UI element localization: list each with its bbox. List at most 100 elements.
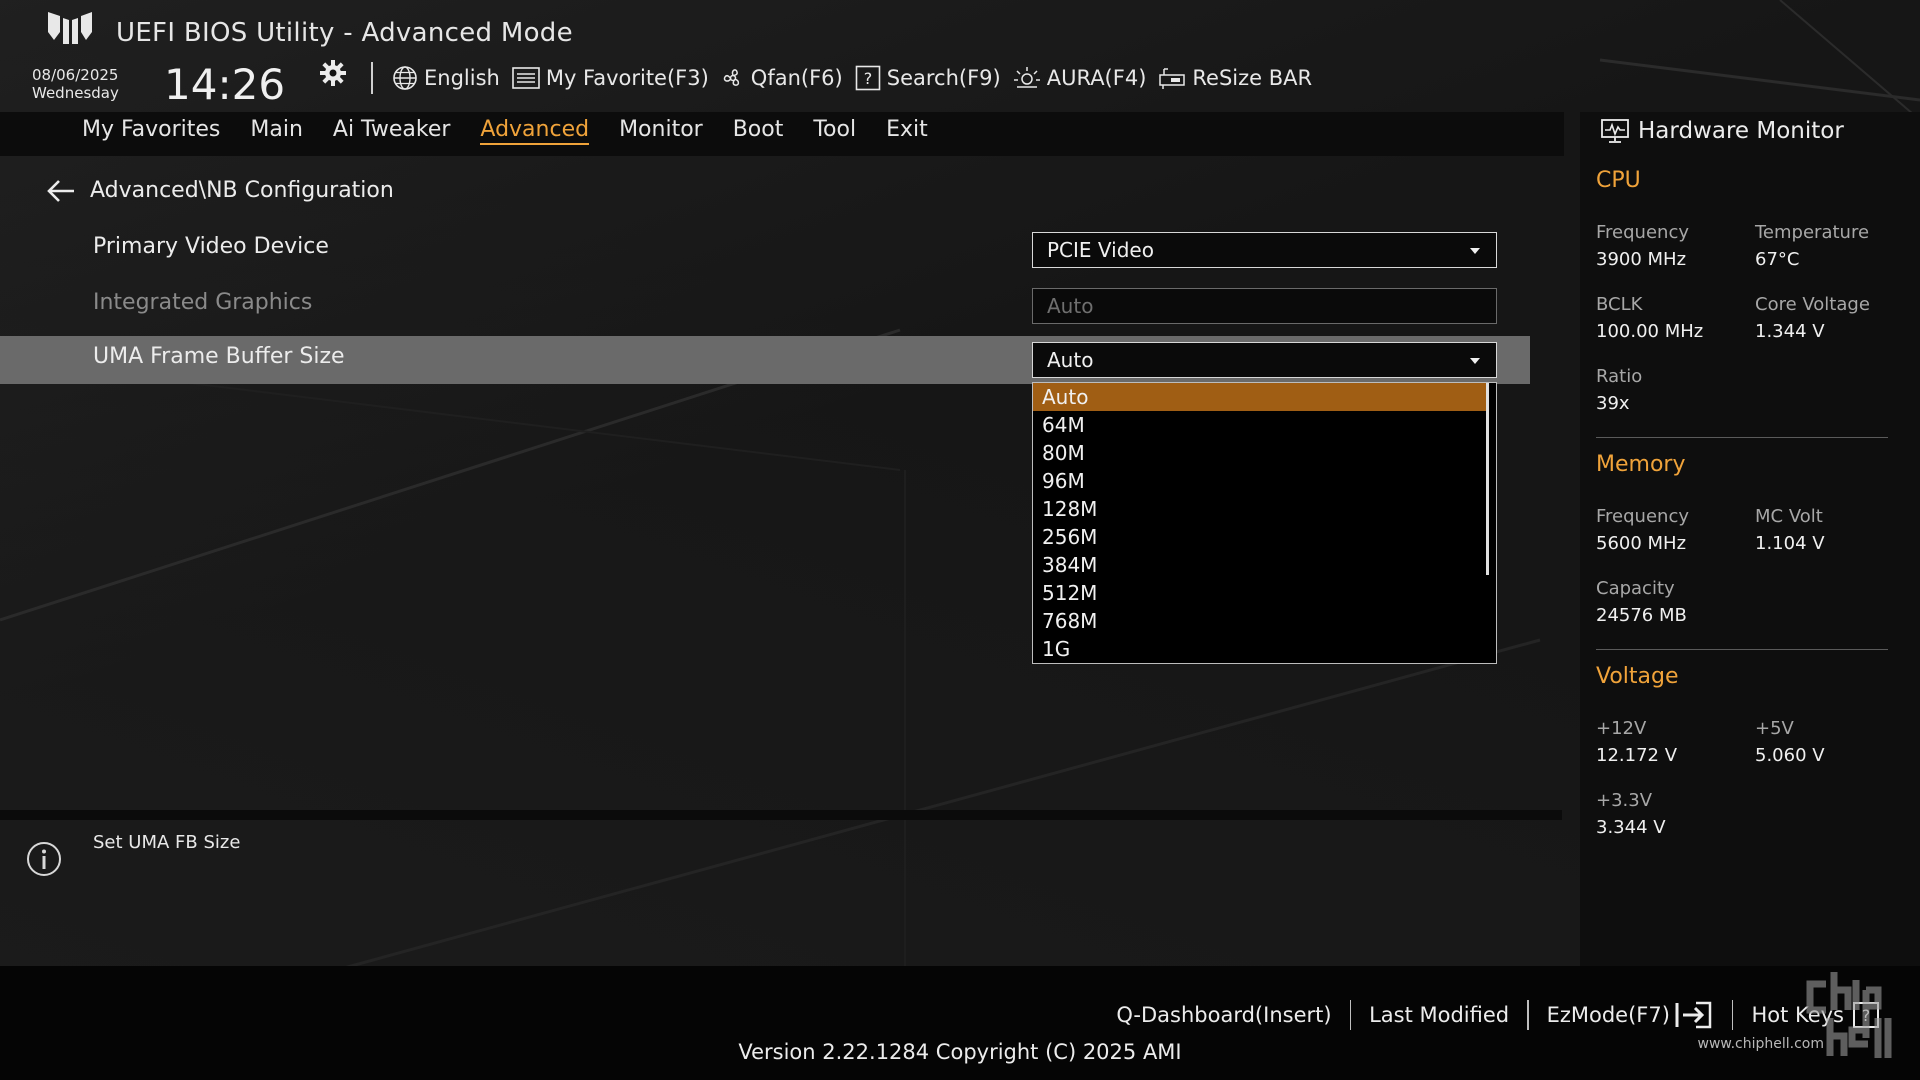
uma-size-dropdown-list[interactable]: Auto 64M 80M 96M 128M 256M 384M 512M 768… (1032, 382, 1497, 664)
section-divider (1596, 649, 1888, 650)
tab-main[interactable]: Main (250, 117, 303, 145)
select-value: Auto (1047, 348, 1094, 372)
help-panel: Set UMA FB Size (0, 822, 1564, 966)
aura-button[interactable]: AURA(F4) (1013, 65, 1147, 91)
setting-row-uma-frame-buffer-size[interactable]: UMA Frame Buffer Size Auto (0, 336, 1530, 384)
tuf-logo-icon (48, 12, 92, 44)
footer: Q-Dashboard(Insert) Last Modified EzMode… (0, 966, 1920, 1080)
my-favorite-label: My Favorite(F3) (545, 66, 709, 90)
core-voltage-value: 1.344 V (1755, 321, 1825, 342)
tab-ai-tweaker[interactable]: Ai Tweaker (333, 117, 451, 145)
hardware-monitor-header: Hardware Monitor (1600, 118, 1844, 144)
svg-text:?: ? (863, 69, 872, 88)
dropdown-option[interactable]: 96M (1033, 467, 1488, 495)
cpu-temperature-label: Temperature (1755, 222, 1870, 243)
resize-bar-label: ReSize BAR (1192, 66, 1313, 90)
tab-monitor[interactable]: Monitor (619, 117, 703, 145)
fan-icon (723, 69, 739, 86)
v12-label: +12V (1596, 718, 1647, 739)
search-label: Search(F9) (886, 66, 1001, 90)
help-divider (0, 810, 1562, 820)
footer-divider (1349, 1000, 1352, 1030)
select-value: Auto (1047, 294, 1094, 318)
tab-exit[interactable]: Exit (886, 117, 928, 145)
watermark-url: www.chiphell.com (1697, 1036, 1824, 1052)
integrated-graphics-select: Auto (1032, 288, 1497, 324)
setting-row-primary-video-device[interactable]: Primary Video Device PCIE Video (0, 226, 1530, 274)
qfan-button[interactable]: Qfan(F6) (721, 66, 843, 90)
clock[interactable]: 14:26 (164, 60, 285, 109)
dropdown-scrollbar[interactable] (1486, 383, 1489, 575)
breadcrumb[interactable]: Advanced\NB Configuration (46, 178, 394, 203)
date-display: 08/06/2025 Wednesday (32, 66, 119, 102)
tab-advanced[interactable]: Advanced (480, 117, 590, 145)
ratio-label: Ratio (1596, 366, 1643, 387)
aura-light-icon (1013, 67, 1040, 88)
voltage-heading: Voltage (1596, 664, 1679, 689)
setting-row-integrated-graphics: Integrated Graphics Auto (0, 282, 1530, 330)
tab-my-favorites[interactable]: My Favorites (82, 117, 220, 145)
bclk-label: BCLK (1596, 294, 1643, 315)
last-modified-button[interactable]: Last Modified (1369, 1003, 1509, 1027)
v33-value: 3.344 V (1596, 817, 1666, 838)
memory-frequency-label: Frequency (1596, 506, 1689, 527)
dropdown-option[interactable]: 128M (1033, 495, 1488, 523)
ezmode-label: EzMode(F7) (1546, 1003, 1670, 1027)
settings-panel: Advanced\NB Configuration Primary Video … (0, 156, 1564, 806)
resize-bar-icon (1159, 68, 1186, 89)
resize-bar-button[interactable]: ReSize BAR (1158, 65, 1312, 91)
favorite-list-icon (512, 67, 540, 89)
dropdown-option[interactable]: 80M (1033, 439, 1488, 467)
dropdown-option[interactable]: 1G (1033, 635, 1488, 663)
dropdown-option[interactable]: 512M (1033, 579, 1488, 607)
main-menu: My Favorites Main Ai Tweaker Advanced Mo… (82, 117, 958, 145)
mc-volt-label: MC Volt (1755, 506, 1823, 527)
my-favorite-button[interactable]: My Favorite(F3) (512, 66, 709, 90)
setting-label: UMA Frame Buffer Size (93, 344, 345, 369)
aura-label: AURA(F4) (1046, 66, 1147, 90)
dropdown-option[interactable]: 768M (1033, 607, 1488, 635)
dropdown-option[interactable]: 256M (1033, 523, 1488, 551)
hardware-monitor-title: Hardware Monitor (1638, 118, 1844, 144)
bclk-value: 100.00 MHz (1596, 321, 1704, 342)
monitor-icon (1601, 119, 1629, 143)
v33-label: +3.3V (1596, 790, 1653, 811)
ezmode-button[interactable]: EzMode(F7) (1547, 1000, 1714, 1030)
select-value: PCIE Video (1047, 238, 1154, 262)
cpu-temperature-value: 67°C (1755, 249, 1800, 270)
cpu-frequency-value: 3900 MHz (1596, 249, 1687, 270)
dropdown-option[interactable]: Auto (1033, 383, 1488, 411)
section-divider (1596, 437, 1888, 438)
capacity-label: Capacity (1596, 578, 1675, 599)
ratio-value: 39x (1596, 393, 1630, 414)
uma-frame-buffer-size-select[interactable]: Auto (1032, 342, 1497, 378)
dropdown-option[interactable]: 384M (1033, 551, 1488, 579)
dropdown-option[interactable]: 64M (1033, 411, 1488, 439)
v12-value: 12.172 V (1596, 745, 1678, 766)
memory-frequency-value: 5600 MHz (1596, 533, 1687, 554)
core-voltage-label: Core Voltage (1755, 294, 1870, 315)
setting-label: Integrated Graphics (93, 290, 313, 315)
primary-video-device-select[interactable]: PCIE Video (1032, 232, 1497, 268)
tab-boot[interactable]: Boot (733, 117, 784, 145)
toolbar: English My Favorite(F3) Qfan(F6) ? Searc… (392, 62, 1324, 94)
v5-value: 5.060 V (1755, 745, 1825, 766)
hardware-monitor-panel: Hardware Monitor CPU Frequency 3900 MHz … (1580, 112, 1920, 966)
search-button[interactable]: ? Search(F9) (855, 65, 1001, 91)
back-arrow-icon[interactable] (46, 179, 76, 203)
date-text: 08/06/2025 (32, 66, 119, 84)
language-button[interactable]: English (392, 65, 500, 91)
q-dashboard-button[interactable]: Q-Dashboard(Insert) (1116, 1003, 1331, 1027)
capacity-value: 24576 MB (1596, 605, 1687, 626)
tab-tool[interactable]: Tool (813, 117, 856, 145)
help-text: Set UMA FB Size (93, 832, 241, 853)
qfan-label: Qfan(F6) (750, 66, 843, 90)
top-bar: UEFI BIOS Utility - Advanced Mode 08/06/… (0, 0, 1920, 112)
search-help-icon: ? (855, 65, 881, 91)
gear-icon[interactable] (318, 58, 348, 88)
setting-label: Primary Video Device (93, 234, 329, 259)
language-label: English (424, 66, 500, 90)
dropdown-arrow-icon (1470, 358, 1480, 364)
footer-divider (1527, 1000, 1529, 1030)
chiphell-watermark-logo (1806, 972, 1892, 1058)
